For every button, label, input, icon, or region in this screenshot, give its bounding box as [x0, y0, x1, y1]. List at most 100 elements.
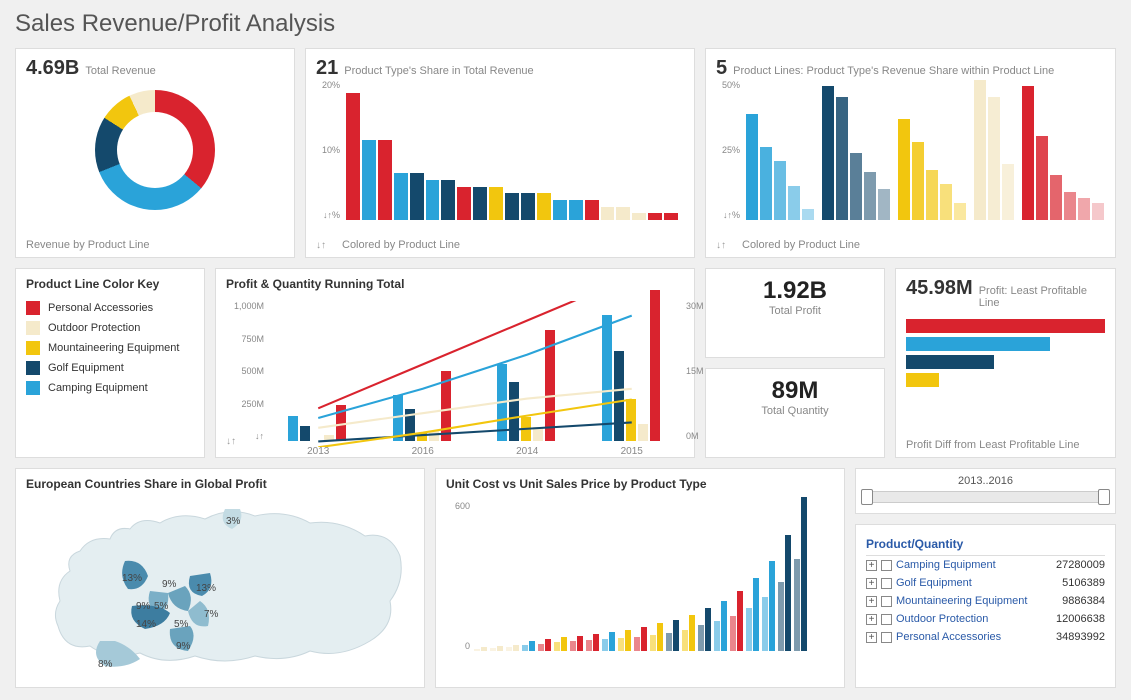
- bar[interactable]: [898, 119, 910, 220]
- bar[interactable]: [1064, 192, 1076, 220]
- bar[interactable]: [802, 209, 814, 220]
- bar[interactable]: [1050, 175, 1062, 220]
- hbar[interactable]: [906, 319, 1105, 333]
- bar[interactable]: [954, 203, 966, 220]
- bar-cost[interactable]: [778, 582, 784, 651]
- bar[interactable]: [288, 416, 298, 441]
- bar-price[interactable]: [625, 630, 631, 651]
- bar-cost[interactable]: [554, 642, 560, 651]
- bar[interactable]: [545, 330, 555, 441]
- bar-price[interactable]: [513, 645, 519, 651]
- bar[interactable]: [300, 426, 310, 441]
- bar[interactable]: [1022, 86, 1034, 220]
- bar[interactable]: [497, 364, 507, 441]
- bar[interactable]: [378, 140, 392, 220]
- bar[interactable]: [441, 180, 455, 220]
- product-type-share-chart[interactable]: 20%10%↓↑%: [316, 80, 684, 220]
- bar[interactable]: [533, 427, 543, 441]
- sort-icon[interactable]: ↓↑: [226, 436, 236, 447]
- bar[interactable]: [1092, 203, 1104, 220]
- bar-cost[interactable]: [586, 640, 592, 651]
- bar-cost[interactable]: [682, 630, 688, 651]
- bar-price[interactable]: [785, 535, 791, 651]
- expand-icon[interactable]: +: [866, 578, 877, 589]
- checkbox[interactable]: [881, 578, 892, 589]
- slider-handle-right[interactable]: [1098, 489, 1110, 505]
- bar[interactable]: [521, 417, 531, 441]
- bar-price[interactable]: [673, 620, 679, 651]
- bar[interactable]: [974, 80, 986, 220]
- bar[interactable]: [788, 186, 800, 220]
- bar[interactable]: [626, 399, 636, 441]
- donut-chart[interactable]: [95, 90, 215, 210]
- year-slider[interactable]: [864, 491, 1107, 503]
- expand-icon[interactable]: +: [866, 596, 877, 607]
- bar-cost[interactable]: [650, 635, 656, 651]
- combo-chart[interactable]: 1,000M750M500M250M↓↑ 30M15M0M 2013201620…: [266, 301, 684, 441]
- expand-icon[interactable]: +: [866, 560, 877, 571]
- legend-item[interactable]: Mountaineering Equipment: [26, 341, 194, 355]
- bar[interactable]: [441, 371, 451, 441]
- bar[interactable]: [988, 97, 1000, 220]
- hbar[interactable]: [906, 373, 939, 387]
- bar[interactable]: [426, 180, 440, 220]
- bar[interactable]: [537, 193, 551, 220]
- bar-cost[interactable]: [490, 648, 496, 651]
- bar[interactable]: [473, 187, 487, 221]
- bar[interactable]: [457, 187, 471, 221]
- bar-cost[interactable]: [618, 638, 624, 651]
- bar-cost[interactable]: [794, 559, 800, 651]
- bar[interactable]: [585, 200, 599, 220]
- bar-cost[interactable]: [474, 649, 480, 651]
- bar[interactable]: [1036, 136, 1048, 220]
- bar[interactable]: [836, 97, 848, 220]
- bar[interactable]: [336, 405, 346, 441]
- checkbox[interactable]: [881, 632, 892, 643]
- bar-price[interactable]: [609, 632, 615, 651]
- hbar[interactable]: [906, 355, 994, 369]
- tree-row[interactable]: +Golf Equipment5106389: [866, 574, 1105, 592]
- bar-cost[interactable]: [570, 641, 576, 651]
- checkbox[interactable]: [881, 596, 892, 607]
- bar[interactable]: [1002, 164, 1014, 220]
- bar[interactable]: [362, 140, 376, 220]
- bar[interactable]: [429, 431, 439, 441]
- bar[interactable]: [822, 86, 834, 220]
- legend-item[interactable]: Camping Equipment: [26, 381, 194, 395]
- product-lines-share-chart[interactable]: 50%25%↓↑%: [716, 80, 1105, 220]
- bar-cost[interactable]: [762, 597, 768, 651]
- checkbox[interactable]: [881, 614, 892, 625]
- bar-price[interactable]: [529, 641, 535, 651]
- expand-icon[interactable]: +: [866, 632, 877, 643]
- bar-price[interactable]: [481, 647, 487, 651]
- bar-cost[interactable]: [634, 637, 640, 651]
- least-profitable-chart[interactable]: [906, 319, 1105, 387]
- bar[interactable]: [912, 142, 924, 220]
- bar-cost[interactable]: [506, 647, 512, 651]
- bar[interactable]: [417, 433, 427, 441]
- bar[interactable]: [650, 290, 660, 441]
- bar-price[interactable]: [545, 639, 551, 651]
- bar-price[interactable]: [497, 646, 503, 651]
- bar[interactable]: [1078, 198, 1090, 220]
- bar[interactable]: [405, 409, 415, 441]
- bar[interactable]: [760, 147, 772, 220]
- bar[interactable]: [489, 187, 503, 221]
- slider-handle-left[interactable]: [861, 489, 873, 505]
- bar[interactable]: [774, 161, 786, 220]
- legend-item[interactable]: Golf Equipment: [26, 361, 194, 375]
- bar-price[interactable]: [737, 591, 743, 651]
- bar[interactable]: [664, 213, 678, 220]
- cost-vs-price-chart[interactable]: 6000: [446, 501, 834, 651]
- map-chart[interactable]: 3%13%9%13%9%5%14%5%7%9%8%: [26, 501, 414, 671]
- sort-icon[interactable]: ↓↑: [316, 240, 326, 251]
- bar[interactable]: [509, 382, 519, 441]
- bar[interactable]: [632, 213, 646, 220]
- bar-cost[interactable]: [746, 608, 752, 651]
- bar-cost[interactable]: [714, 621, 720, 651]
- sort-icon[interactable]: ↓↑: [716, 240, 726, 251]
- bar-price[interactable]: [705, 608, 711, 651]
- bar-cost[interactable]: [538, 644, 544, 652]
- bar-price[interactable]: [721, 601, 727, 651]
- bar[interactable]: [746, 114, 758, 220]
